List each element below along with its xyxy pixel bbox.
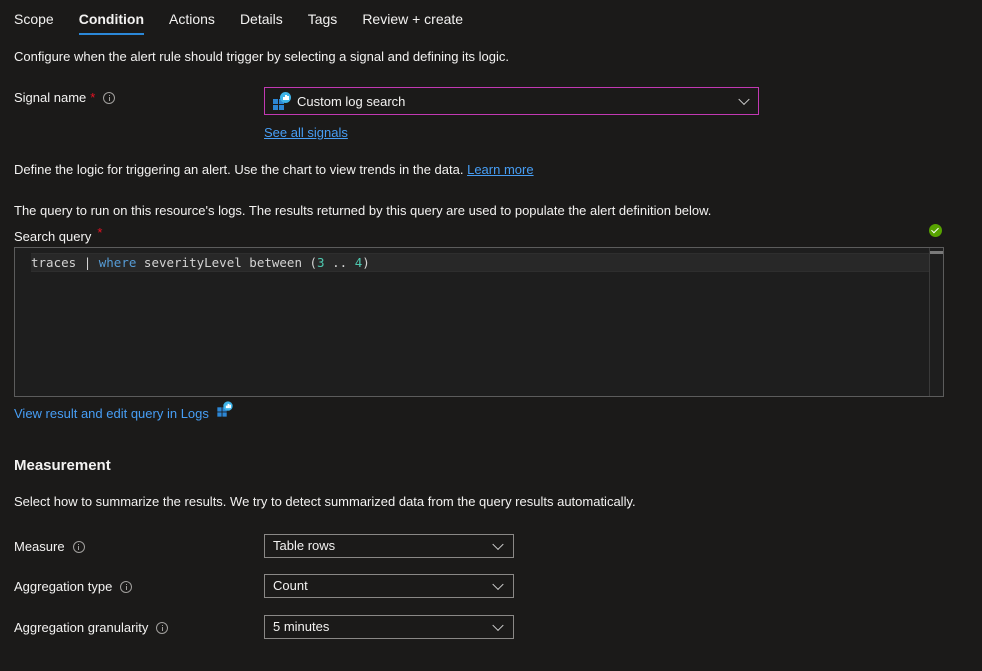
measure-label: Measure (14, 539, 85, 554)
aggregation-type-label: Aggregation type (14, 579, 133, 594)
info-icon[interactable] (120, 580, 133, 593)
logic-text: Define the logic for triggering an alert… (14, 162, 464, 177)
check-circle-icon (929, 224, 942, 237)
tab-tags[interactable]: Tags (308, 0, 338, 38)
tab-review-create[interactable]: Review + create (362, 0, 463, 38)
tab-scope[interactable]: Scope (14, 0, 54, 38)
aggregation-type-select[interactable]: Count (264, 574, 514, 598)
editor-scrollbar[interactable] (929, 248, 943, 396)
signal-name-label: Signal name * (14, 90, 116, 105)
aggregation-granularity-select[interactable]: 5 minutes (264, 615, 514, 639)
chevron-down-icon (492, 619, 504, 632)
info-icon[interactable] (72, 540, 85, 553)
info-icon[interactable] (103, 91, 116, 104)
query-description: The query to run on this resource's logs… (14, 203, 712, 218)
chevron-down-icon (492, 578, 504, 591)
required-mark: * (97, 225, 103, 240)
required-mark: * (90, 90, 96, 105)
chevron-down-icon (492, 538, 504, 551)
measurement-heading: Measurement (14, 457, 111, 474)
info-icon[interactable] (156, 621, 169, 634)
log-analytics-icon[interactable] (217, 401, 233, 417)
query-code[interactable]: traces | where severityLevel between (3 … (31, 254, 370, 271)
measurement-description: Select how to summarize the results. We … (14, 494, 636, 509)
see-all-signals-link[interactable]: See all signals (264, 125, 348, 140)
learn-more-link[interactable]: Learn more (467, 162, 533, 177)
signal-name-dropdown[interactable]: Custom log search (264, 87, 759, 115)
condition-page: Scope Condition Actions Details Tags Rev… (0, 0, 982, 671)
tab-condition[interactable]: Condition (78, 0, 145, 38)
wizard-tabs: Scope Condition Actions Details Tags Rev… (14, 0, 488, 40)
search-query-label: Search query * (14, 225, 102, 244)
signal-name-value: Custom log search (297, 93, 406, 109)
tab-actions[interactable]: Actions (169, 0, 215, 38)
signal-name-label-text: Signal name (14, 90, 87, 105)
measure-select[interactable]: Table rows (264, 534, 514, 558)
intro-text: Configure when the alert rule should tri… (14, 49, 510, 64)
view-in-logs-link[interactable]: View result and edit query in Logs (14, 406, 209, 421)
search-query-label-text: Search query (14, 229, 92, 244)
logic-description: Define the logic for triggering an alert… (14, 162, 534, 177)
view-in-logs-row: View result and edit query in Logs (14, 401, 234, 422)
search-query-editor[interactable]: traces | where severityLevel between (3 … (14, 247, 944, 397)
tab-details[interactable]: Details (240, 0, 283, 38)
aggregation-granularity-label: Aggregation granularity (14, 620, 169, 635)
log-analytics-icon (273, 92, 291, 110)
chevron-down-icon (738, 93, 750, 106)
